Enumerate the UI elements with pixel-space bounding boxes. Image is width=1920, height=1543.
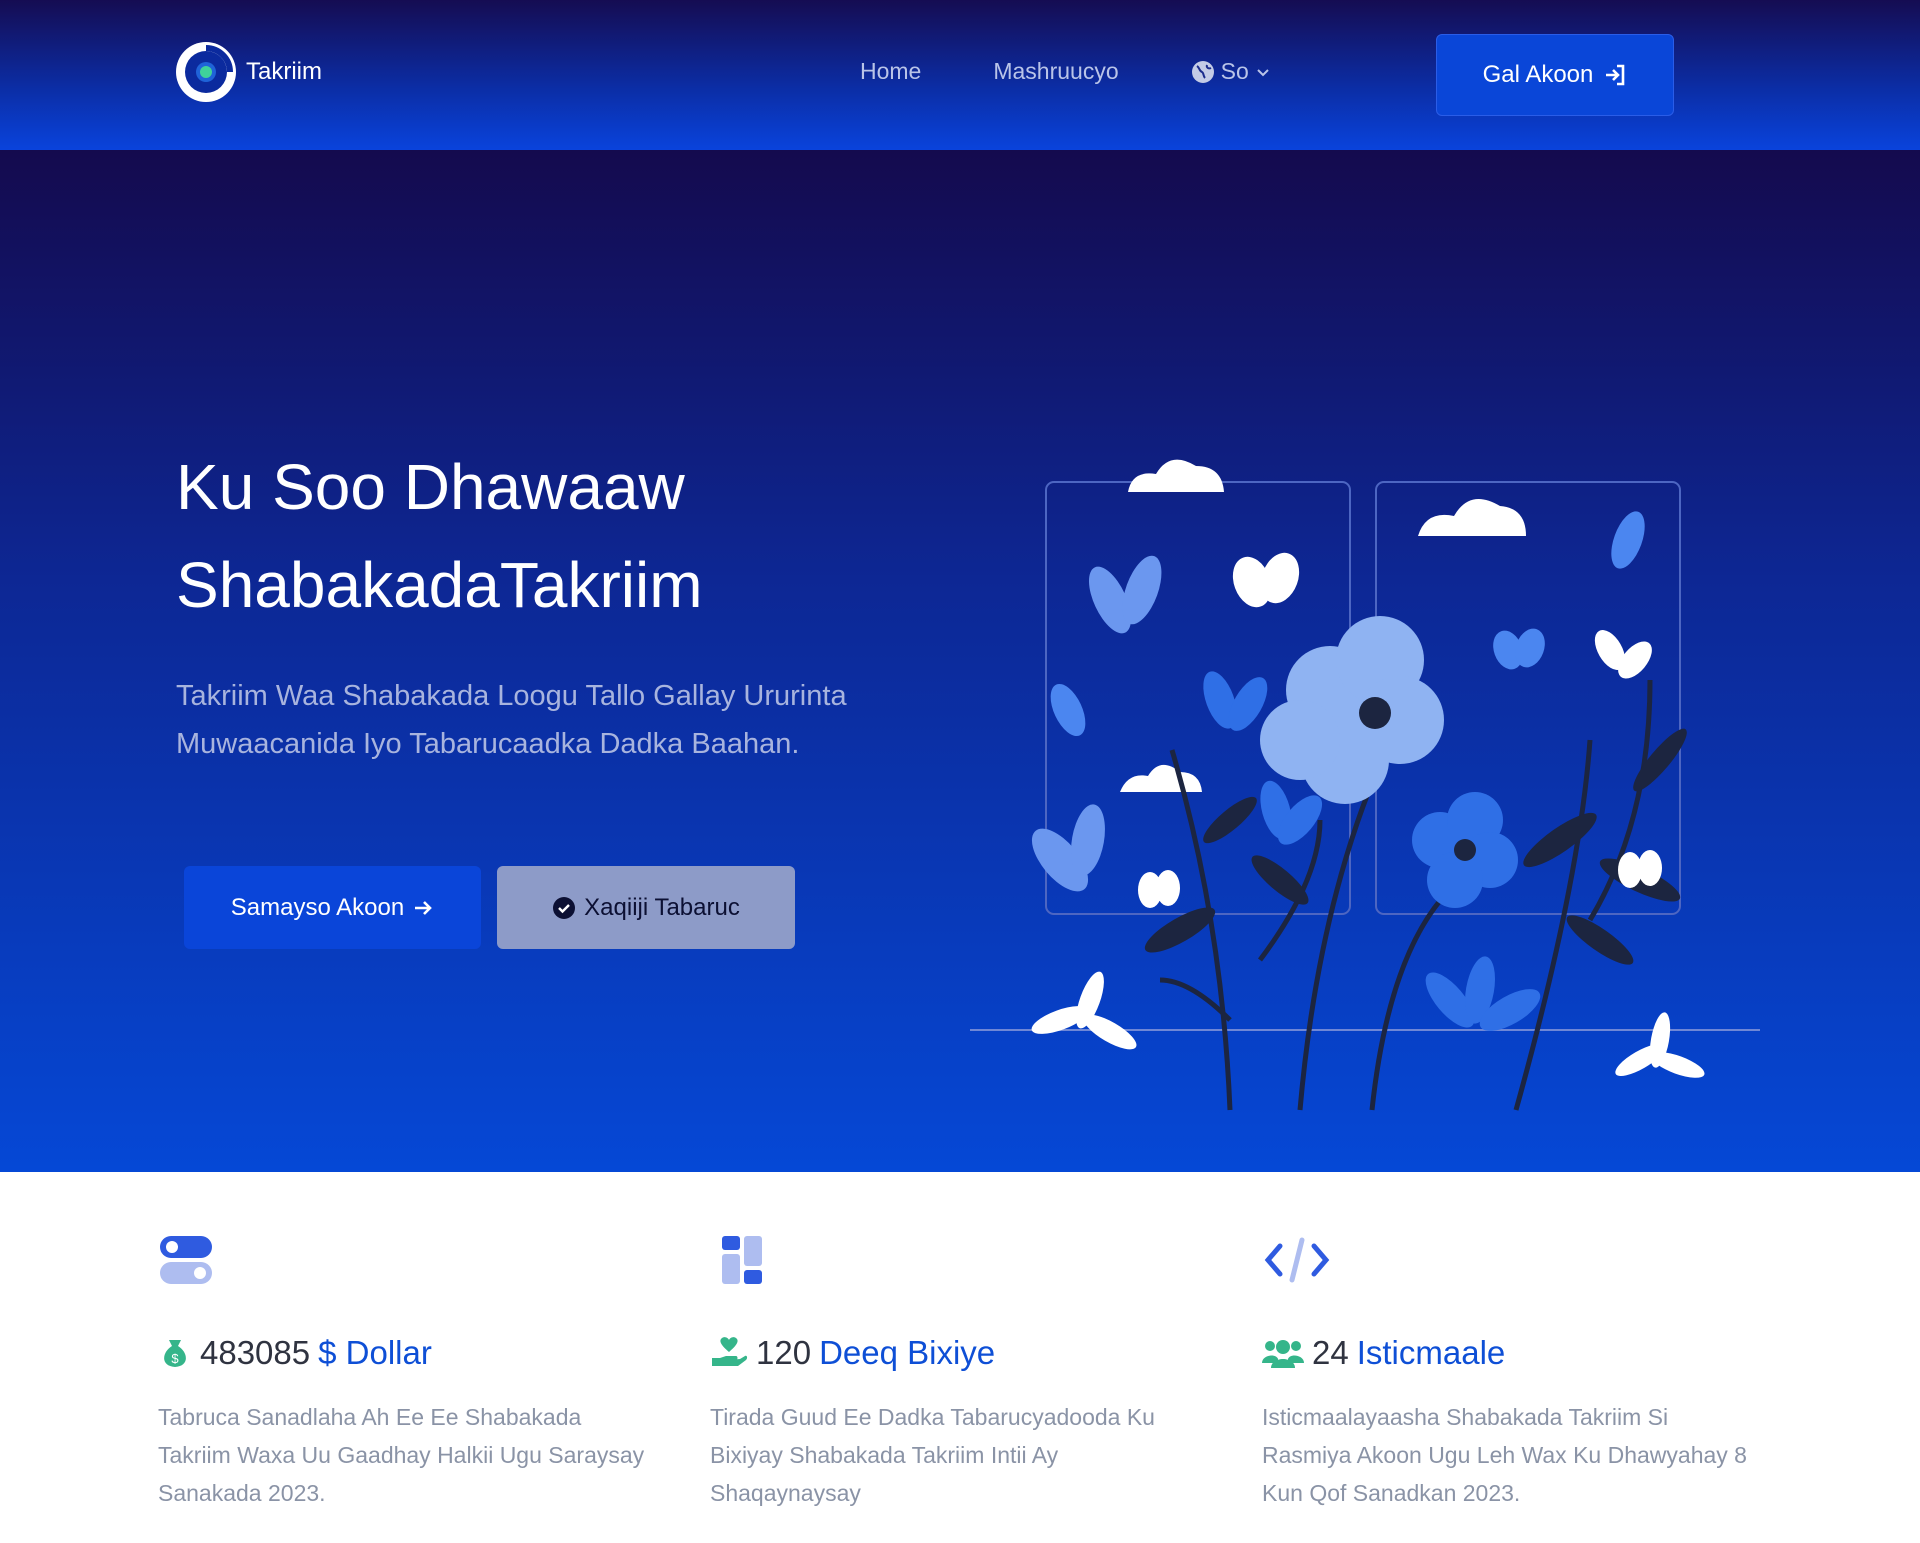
brand-logo-icon [176,42,236,102]
hero-title: Ku Soo Dhawaaw ShabakadaTakriim [176,438,936,634]
stat-number: 24 [1312,1334,1349,1371]
svg-text:$: $ [171,1351,179,1366]
globe-icon [1191,60,1214,83]
stat-description: Tirada Guud Ee Dadka Tabarucyadooda Ku B… [710,1404,1155,1506]
stat-unit: Deeq Bixiye [819,1334,996,1371]
hero-title-line-2: ShabakadaTakriim [176,549,703,621]
stat-description: Isticmaalayaasha Shabakada Takriim Si Ra… [1262,1404,1747,1506]
stat-heading: $ 483085 $ Dollar [158,1334,432,1372]
toggle-icon [160,1236,212,1284]
hero-section: Ku Soo Dhawaaw ShabakadaTakriim Takriim … [0,150,1920,1172]
dashboard-icon [722,1236,762,1284]
hero-title-line-1: Ku Soo Dhawaaw [176,451,685,523]
login-button[interactable]: Gal Akoon [1436,34,1674,116]
hero-subtitle: Takriim Waa Shabakada Loogu Tallo Gallay… [176,680,847,760]
main-nav: Home Mashruucyo So [860,58,1271,85]
nav-link-home[interactable]: Home [860,58,921,85]
verify-donation-label: Xaqiiji Tabaruc [584,893,740,921]
top-navbar: Takriim Home Mashruucyo So Gal Akoon [0,0,1920,150]
stat-unit: $ Dollar [318,1334,432,1371]
language-label: So [1220,58,1249,84]
code-icon [1264,1237,1330,1283]
create-account-button[interactable]: Samayso Akoon [184,866,481,949]
stat-description: Tabruca Sanadlaha Ah Ee Ee Shabakada Tak… [158,1404,645,1506]
stat-heading: 24 Isticmaale [1262,1334,1505,1372]
brand-name: Takriim [246,58,322,85]
stat-number: 483085 [200,1334,311,1371]
sign-in-icon [1606,64,1625,86]
hand-holding-heart-icon [712,1337,748,1366]
login-button-label: Gal Akoon [1482,61,1594,88]
create-account-label: Samayso Akoon [230,893,405,921]
money-bag-icon: $ [164,1340,186,1367]
stats-section: $ 483085 $ Dollar Tabruca Sanadlaha Ah E… [0,1172,1920,1543]
chevron-down-icon [1257,68,1269,76]
users-icon [1262,1340,1304,1368]
verify-donation-button[interactable]: Xaqiiji Tabaruc [497,866,795,949]
nav-link-mashruucyo[interactable]: Mashruucyo [993,58,1118,85]
stat-number: 120 [756,1334,812,1371]
language-selector[interactable]: So [1191,58,1271,85]
flowers-illustration [970,459,1760,1111]
stat-heading: 120 Deeq Bixiye [710,1334,995,1372]
brand-link[interactable]: Takriim [172,38,322,106]
stat-unit: Isticmaale [1356,1334,1506,1371]
arrow-right-icon [415,900,433,915]
check-circle-icon [553,896,576,919]
